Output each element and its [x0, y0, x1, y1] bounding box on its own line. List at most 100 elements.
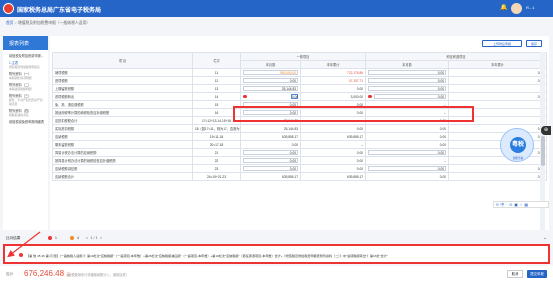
sidebar-title: 报表列表	[3, 36, 48, 50]
upload-button[interactable]: 上传附征申报	[482, 40, 522, 47]
general-month-value[interactable]: 950,000.00	[240, 68, 301, 77]
row-number: 24=19+21-23	[192, 172, 241, 181]
col-item: 项 目	[52, 52, 193, 69]
value-input[interactable]: 25,144.83	[243, 85, 298, 92]
breadcrumb: 首页 > 增值税及附加税费申报（一般纳税人适用）	[6, 21, 90, 26]
general-year-value: 0.00	[300, 84, 366, 93]
sidebar-item-attach-2[interactable]: 附列资料（二） 本期进项税额明细	[3, 82, 48, 93]
scrollbar-thumb[interactable]	[540, 136, 545, 166]
submit-button[interactable]: 提交申报	[527, 270, 547, 278]
mascot-text: 粤税	[511, 142, 524, 148]
general-month-value[interactable]: 0.00	[240, 164, 301, 173]
general-year-value: 0.00	[300, 156, 366, 165]
refund-month-value: 0.00	[365, 124, 449, 133]
cancel-button[interactable]: 取消	[507, 270, 523, 278]
refund-month-value[interactable]: 0.00	[365, 84, 449, 93]
general-year-value: 0.00	[300, 124, 366, 133]
breadcrumb-home[interactable]: 首页	[6, 21, 14, 25]
input-toolbar[interactable]: S 中 · ⊙ ▣ ♂ ▦	[493, 201, 549, 208]
row-number: 13	[192, 84, 241, 93]
value-input[interactable]: 0.00	[243, 77, 298, 84]
row-name: 销项税额	[52, 68, 193, 77]
general-year-value: 3,000.00	[300, 92, 366, 101]
general-month-value: 639,855.17	[240, 132, 301, 141]
value-input[interactable]: 0.00	[368, 69, 446, 76]
value-input[interactable]: 0.00	[243, 165, 298, 172]
table-row: 销项税额11950,000.00722,178.860.000.00	[52, 68, 547, 77]
sidebar-item-form-main[interactable]: 1.主表 增值税及附加税费申报表	[3, 60, 48, 71]
user-name[interactable]: R...1	[526, 5, 534, 10]
col-row: 栏次	[192, 52, 241, 69]
prev-page-button[interactable]: <	[86, 236, 88, 240]
row-number: 19=11-18	[192, 132, 241, 141]
value-input[interactable]: 0.00	[368, 77, 446, 84]
table-row: 期末留抵税额20=17-180.00--0.00--	[52, 140, 547, 149]
row-name: 应抵扣税额合计	[52, 116, 193, 125]
error-dot-icon	[48, 236, 52, 240]
value-input[interactable]: 950,000.00	[243, 69, 298, 76]
row-number: 21	[192, 148, 241, 157]
warning-dot-icon	[70, 236, 74, 240]
value-input[interactable]: 0.00	[291, 93, 298, 100]
general-year-value: 47,157.71	[300, 76, 366, 85]
general-year-value: 0.00	[300, 148, 366, 157]
error-icon	[19, 253, 23, 257]
sidebar-item-reduction[interactable]: 增值税减免税申报明细表	[3, 119, 48, 126]
refund-month-value[interactable]: 0.00	[365, 164, 449, 173]
general-month-value[interactable]: 0.00	[240, 148, 301, 157]
table-row: 实际抵扣税额18（如17<11，则为17，否则为11）25,144.830.00…	[52, 124, 547, 133]
value-input[interactable]: 0.00	[368, 149, 446, 156]
col-general-month: 本月数	[240, 60, 301, 69]
avatar[interactable]	[511, 3, 522, 14]
col-general: 一般项目	[240, 52, 366, 61]
row-number: 12	[192, 76, 241, 85]
row-name: 按适用税率计算的纳税检查应补缴税额	[52, 108, 193, 117]
breadcrumb-current: 增值税及附加税费申报（一般纳税人适用）	[17, 21, 91, 25]
row-name: 应纳税额合计	[52, 172, 193, 181]
collapse-icon[interactable]: ⌄	[543, 235, 547, 241]
sidebar-item-main-report[interactable]: 增值税及附加税费申报...	[3, 50, 48, 60]
sidebar-item-attach-3[interactable]: 附列资料（三） 服务、不动产和无形资产扣除项目	[3, 93, 48, 108]
site-title: 国家税务总局广东省电子税务局	[17, 8, 102, 14]
value-input[interactable]: 0.00	[368, 85, 446, 92]
refund-year-value: 0.00	[448, 68, 547, 77]
error-dot-icon	[368, 94, 372, 99]
value-input[interactable]: 0.00	[243, 149, 298, 156]
general-month-value[interactable]: 0.00	[240, 92, 301, 101]
general-month-value[interactable]: 25,144.83	[240, 84, 301, 93]
sidebar-item-attach-4[interactable]: 附列资料（四） 税额抵减情况表	[3, 108, 48, 119]
assistant-mascot[interactable]: 粤税 智能咨询	[500, 128, 534, 162]
row-name: 进项税额	[52, 76, 193, 85]
value-input[interactable]: 0.00	[368, 165, 446, 172]
row-name: 上期留抵税额	[52, 84, 193, 93]
refund-month-value[interactable]: 0.00	[365, 68, 449, 77]
value-input[interactable]: 0.00	[243, 157, 298, 164]
zoom-icon[interactable]: ⊕	[541, 126, 551, 135]
general-month-value[interactable]: 0.00	[240, 76, 301, 85]
refund-year-value: 0.00	[448, 124, 547, 133]
general-month-value[interactable]: 0.00	[240, 156, 301, 165]
refund-month-value[interactable]: 0.00	[365, 148, 449, 157]
table-row: 简易计税办法计算的应纳税额210.000.000.000.00	[52, 148, 547, 157]
top-bar: 国家税务总局广东省电子税务局 🔔 R...1	[0, 0, 553, 17]
value-input[interactable]: 0.00	[374, 93, 446, 100]
refund-month-value[interactable]: 0.00	[365, 76, 449, 85]
row-name: 应纳税额	[52, 132, 193, 141]
col-refund-month: 本月数	[365, 60, 449, 69]
error-message[interactable]: 【第 他 45 46 第 问 题】(一般纳税人适用）》第19栏次"应纳税额"（一…	[26, 253, 546, 258]
error-dot-icon	[243, 94, 247, 99]
row-name: 应纳税额减征额	[52, 164, 193, 173]
compare-result-bar: 比对结果 1 4 < 1 / 1 > ⌄	[0, 232, 553, 244]
save-button[interactable]: 保存	[526, 40, 542, 47]
bell-icon[interactable]: 🔔	[500, 4, 507, 11]
footer-bar: 应计 676,246.48 元 （纳税缴用系行非缓缴纳额计入，缴除加重） 取消 …	[0, 266, 553, 283]
row-name: 按简易计税办法计算的纳税检查应补缴税额	[52, 156, 193, 165]
col-general-year: 本年累计	[300, 60, 366, 69]
refund-month-value[interactable]: 0.00	[365, 92, 449, 101]
table-row: 应纳税额合计 24=19+21-23 639,855.17 639,855.17 0.0…	[52, 172, 547, 181]
sidebar-item-attach-1[interactable]: 附列资料（一） 本期销售情况明细	[3, 71, 48, 82]
total-note: （纳税缴用系行非缓缴纳额计入，缴除加重）	[65, 273, 129, 277]
general-month-value: 25,144.83	[240, 124, 301, 133]
next-page-button[interactable]: >	[100, 236, 102, 240]
row-number: 22	[192, 156, 241, 165]
